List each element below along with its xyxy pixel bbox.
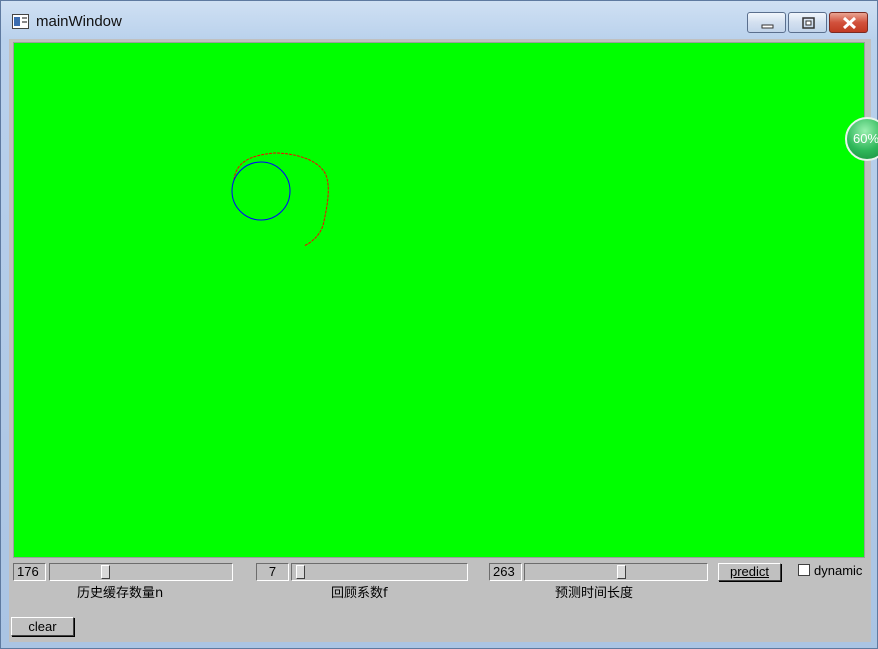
review-slider[interactable] [291,563,468,581]
history-slider[interactable] [49,563,233,581]
review-value-box[interactable]: 7 [256,563,289,581]
main-window: mainWindow 176 历史缓存数量n 7 回顾系数f 263 预测时间长… [0,0,878,649]
restore-icon [802,17,815,29]
client-area: 176 历史缓存数量n 7 回顾系数f 263 预测时间长度 predict d… [9,39,871,642]
close-icon [842,16,857,30]
history-value-box[interactable]: 176 [13,563,46,581]
trajectory-plot [231,152,329,247]
forecast-value-box[interactable]: 263 [489,563,522,581]
forecast-label: 预测时间长度 [555,586,634,601]
close-button[interactable] [829,12,868,33]
window-title: mainWindow [36,13,122,30]
minimize-icon [761,24,774,29]
review-slider-handle[interactable] [296,565,305,579]
predict-button[interactable]: predict [718,563,781,581]
review-label: 回顾系数f [331,586,388,601]
dynamic-label: dynamic [814,563,863,578]
title-bar[interactable]: mainWindow [1,1,877,39]
forecast-slider-handle[interactable] [617,565,626,579]
clear-button[interactable]: clear [11,617,74,636]
forecast-slider[interactable] [524,563,708,581]
maximize-button[interactable] [788,12,827,33]
history-slider-handle[interactable] [101,565,110,579]
dynamic-checkbox[interactable] [798,564,810,576]
prediction-circle [231,161,291,221]
minimize-button[interactable] [747,12,786,33]
drawing-canvas[interactable] [13,42,865,558]
app-icon [12,14,29,29]
mouse-trace-path [233,152,329,247]
history-label: 历史缓存数量n [77,586,164,601]
